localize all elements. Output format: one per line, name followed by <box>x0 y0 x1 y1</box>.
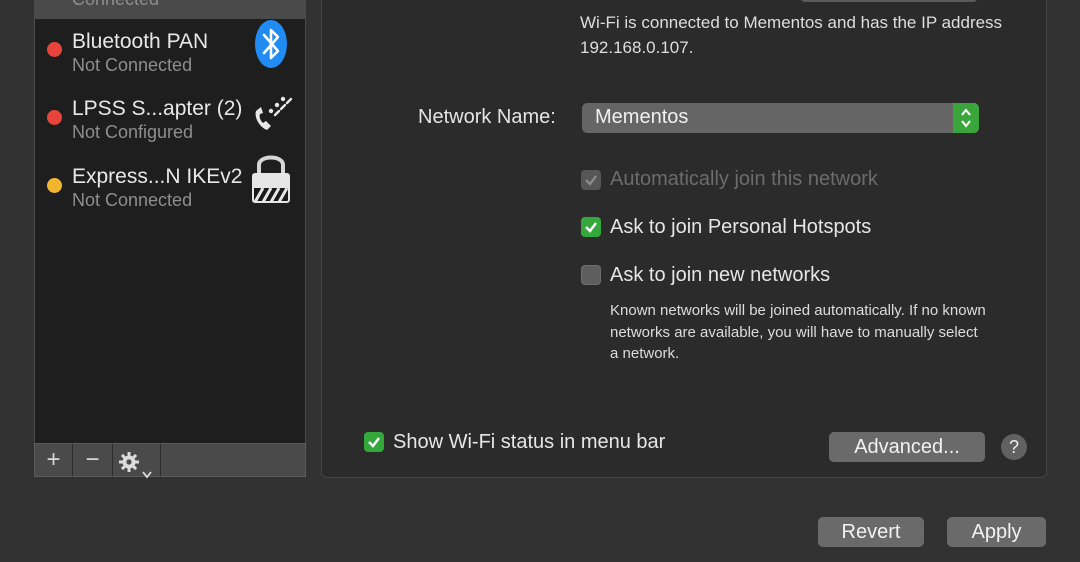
personal-hotspots-checkbox[interactable] <box>581 217 601 237</box>
status-dot-yellow <box>47 178 62 193</box>
phone-icon <box>245 83 299 142</box>
service-status: Not Connected <box>72 55 193 75</box>
wifi-status-description: Wi-Fi is connected to Mementos and has t… <box>580 13 1003 57</box>
service-status: Connected <box>72 0 159 10</box>
remove-service-button[interactable]: − <box>73 444 113 476</box>
new-networks-checkbox[interactable] <box>581 265 601 285</box>
revert-button[interactable]: Revert <box>818 517 924 547</box>
status-dot-red <box>47 42 62 57</box>
action-menu-button[interactable] <box>113 444 161 479</box>
gear-icon <box>118 450 140 482</box>
network-name-popup[interactable]: Mementos <box>582 103 979 133</box>
network-name-value: Mementos <box>595 106 689 128</box>
service-status: Not Configured <box>72 122 194 142</box>
network-name-label: Network Name: <box>418 106 556 128</box>
service-item-wifi[interactable]: Connected <box>35 0 305 19</box>
service-name: Bluetooth PAN <box>72 30 209 53</box>
service-name: LPSS S...apter (2) <box>72 97 243 120</box>
show-wifi-status-checkbox[interactable] <box>364 432 384 452</box>
known-networks-note: Known networks will be joined automatica… <box>610 302 986 362</box>
auto-join-checkbox[interactable] <box>581 170 601 190</box>
popup-arrows-icon <box>953 103 979 133</box>
wifi-settings-panel <box>321 0 1047 478</box>
service-list[interactable]: Connected Bluetooth PAN Not Connected LP… <box>34 0 306 444</box>
bluetooth-icon <box>254 19 288 74</box>
turn-wifi-button[interactable] <box>800 0 978 2</box>
service-status: Not Connected <box>72 190 193 210</box>
apply-button[interactable]: Apply <box>947 517 1046 547</box>
new-networks-label: Ask to join new networks <box>610 264 831 286</box>
chevron-down-icon <box>142 456 152 488</box>
add-service-button[interactable]: + <box>35 444 73 476</box>
advanced-button[interactable]: Advanced... <box>829 432 985 462</box>
auto-join-label: Automatically join this network <box>610 168 878 190</box>
show-wifi-status-label: Show Wi-Fi status in menu bar <box>393 431 666 453</box>
service-name: Express...N IKEv2 <box>72 165 243 188</box>
help-button[interactable]: ? <box>1001 434 1027 460</box>
status-dot-red <box>47 110 62 125</box>
service-list-toolbar: + − <box>34 443 306 479</box>
lock-icon <box>249 149 293 210</box>
service-item-vpn[interactable]: Express...N IKEv2 Not Connected <box>35 155 305 229</box>
personal-hotspots-label: Ask to join Personal Hotspots <box>610 216 872 238</box>
